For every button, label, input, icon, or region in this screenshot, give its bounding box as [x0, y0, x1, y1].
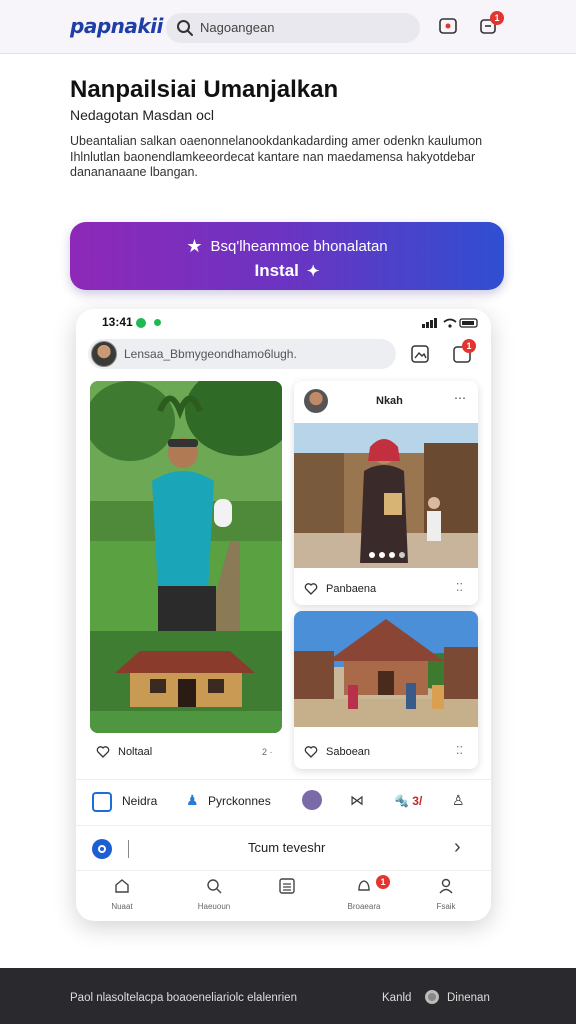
top-bar: papnakii Nagoangean 1 [0, 0, 576, 54]
tab-neidra[interactable]: Neidra [122, 794, 157, 808]
install-tagline-row: ★ Bsq'lheammoe bhonalatan [70, 236, 504, 257]
message-input-row: Tcum teveshr › [76, 825, 491, 871]
footer-link-2[interactable]: Dinenan [447, 992, 490, 1004]
left-post-meta: 2 · [262, 747, 273, 757]
phone-mockup: 13:41 Lensaa_Bbmygeondhamo6lugh. 1 Nolta… [76, 309, 491, 921]
install-button[interactable]: ★ Bsq'lheammoe bhonalatan Instal ✦ [70, 222, 504, 290]
status-bar: 13:41 [76, 309, 491, 337]
page-subtitle: Nedagotan Masdan ocl [70, 107, 214, 123]
card-top-more-icon[interactable]: ⁚⁚ [456, 581, 463, 594]
heart-icon[interactable] [96, 745, 110, 759]
heart-icon[interactable] [304, 582, 318, 596]
brand-logo[interactable]: papnakii [70, 14, 163, 38]
sparkle-icon: ✦ [306, 263, 320, 280]
card-top-name: Nkah [376, 395, 403, 407]
tab-pyrckonnes[interactable]: Pyrckonnes [208, 794, 271, 808]
card-bottom-more-icon[interactable]: ⁚⁚ [456, 744, 463, 757]
bottom-nav: Nuaat Haeuoun Broaeara 1 Fsaik [76, 871, 491, 921]
card-top-caption: Panbaena [326, 583, 377, 595]
nav-search-label: Haeuoun [197, 902, 231, 911]
card-bottom-caption: Saboean [326, 746, 371, 758]
left-post-caption: Noltaal [118, 746, 153, 758]
install-label: Instal [254, 261, 299, 280]
avatar[interactable] [304, 389, 328, 413]
cursor-icon[interactable]: ⋈ [350, 792, 364, 809]
circle-icon[interactable] [92, 839, 112, 859]
notification-badge: 1 [490, 11, 504, 25]
nav-home[interactable]: Nuaat [92, 877, 152, 911]
nav-search[interactable]: Haeuoun [184, 877, 244, 911]
star-icon: ★ [186, 236, 203, 256]
footer-text: Paol nlasoltelacpa boaoeneliariolc elale… [70, 992, 297, 1004]
page-description: Ubeantalian salkan oaenonnelanookdankada… [70, 134, 483, 179]
heart-icon[interactable] [304, 745, 318, 759]
category-tabs: Neidra ♟ Pyrckonnes ⋈ 🔩 3/ ♙ [76, 779, 491, 825]
emoji-icon[interactable] [302, 790, 322, 810]
battery-icon [422, 318, 478, 328]
photo-tab-icon[interactable] [92, 792, 112, 812]
people-icon[interactable]: ♟ [186, 792, 199, 809]
home-icon [115, 879, 129, 893]
feed-card-bottom[interactable]: Saboean ⁚⁚ [294, 611, 478, 769]
village-photo [90, 381, 282, 733]
footer-link-1[interactable]: Kanld [382, 992, 411, 1004]
tab-count[interactable]: 🔩 3/ [394, 794, 422, 808]
search-placeholder: Nagoangean [200, 20, 275, 35]
chevron-right-icon[interactable]: › [454, 836, 461, 859]
bell-icon [358, 880, 370, 891]
user-icon[interactable]: ♙ [452, 792, 465, 809]
install-label-row: Instal ✦ [70, 261, 504, 281]
message-input[interactable]: Tcum teveshr [248, 840, 325, 855]
search-icon [177, 20, 193, 36]
install-tagline: Bsq'lheammoe bhonalatan [210, 238, 388, 255]
house-photo [294, 611, 478, 727]
nav-profile[interactable]: Fsaik [416, 877, 476, 911]
nav-grid[interactable] [257, 877, 317, 902]
wifi-status-icon [136, 318, 146, 328]
status-time: 13:41 [102, 315, 133, 329]
nav-home-label: Nuaat [111, 902, 133, 911]
globe-icon[interactable] [425, 990, 439, 1004]
profile-icon [439, 878, 453, 894]
feed-card-top[interactable]: Nkah ⋯ Panbaena ⁚⁚ [294, 381, 478, 605]
search-icon [207, 879, 222, 894]
signal-status-icon [154, 319, 161, 326]
grid-icon [279, 878, 295, 894]
text-cursor [128, 840, 129, 858]
avatar[interactable] [91, 341, 117, 367]
feed-photo-large[interactable] [90, 381, 282, 733]
footer: Paol nlasoltelacpa boaoeneliariolc elale… [0, 968, 576, 1024]
search-bar[interactable]: Nagoangean [166, 13, 420, 43]
image-icon[interactable] [410, 344, 430, 364]
nav-notifications-label: Broaeara [347, 902, 381, 911]
nav-profile-label: Fsaik [436, 902, 456, 911]
phone-search-placeholder: Lensaa_Bbmygeondhamo6lugh. [124, 347, 297, 361]
nav-notifications[interactable]: Broaeara 1 [334, 875, 394, 911]
nav-badge: 1 [376, 875, 390, 889]
woman-photo [294, 423, 478, 568]
phone-header-badge: 1 [462, 339, 476, 353]
more-icon[interactable]: ⋯ [454, 391, 466, 405]
page-title: Nanpailsiai Umanjalkan [70, 76, 339, 103]
message-icon[interactable] [438, 16, 458, 36]
phone-search-bar[interactable]: Lensaa_Bbmygeondhamo6lugh. [88, 339, 396, 369]
